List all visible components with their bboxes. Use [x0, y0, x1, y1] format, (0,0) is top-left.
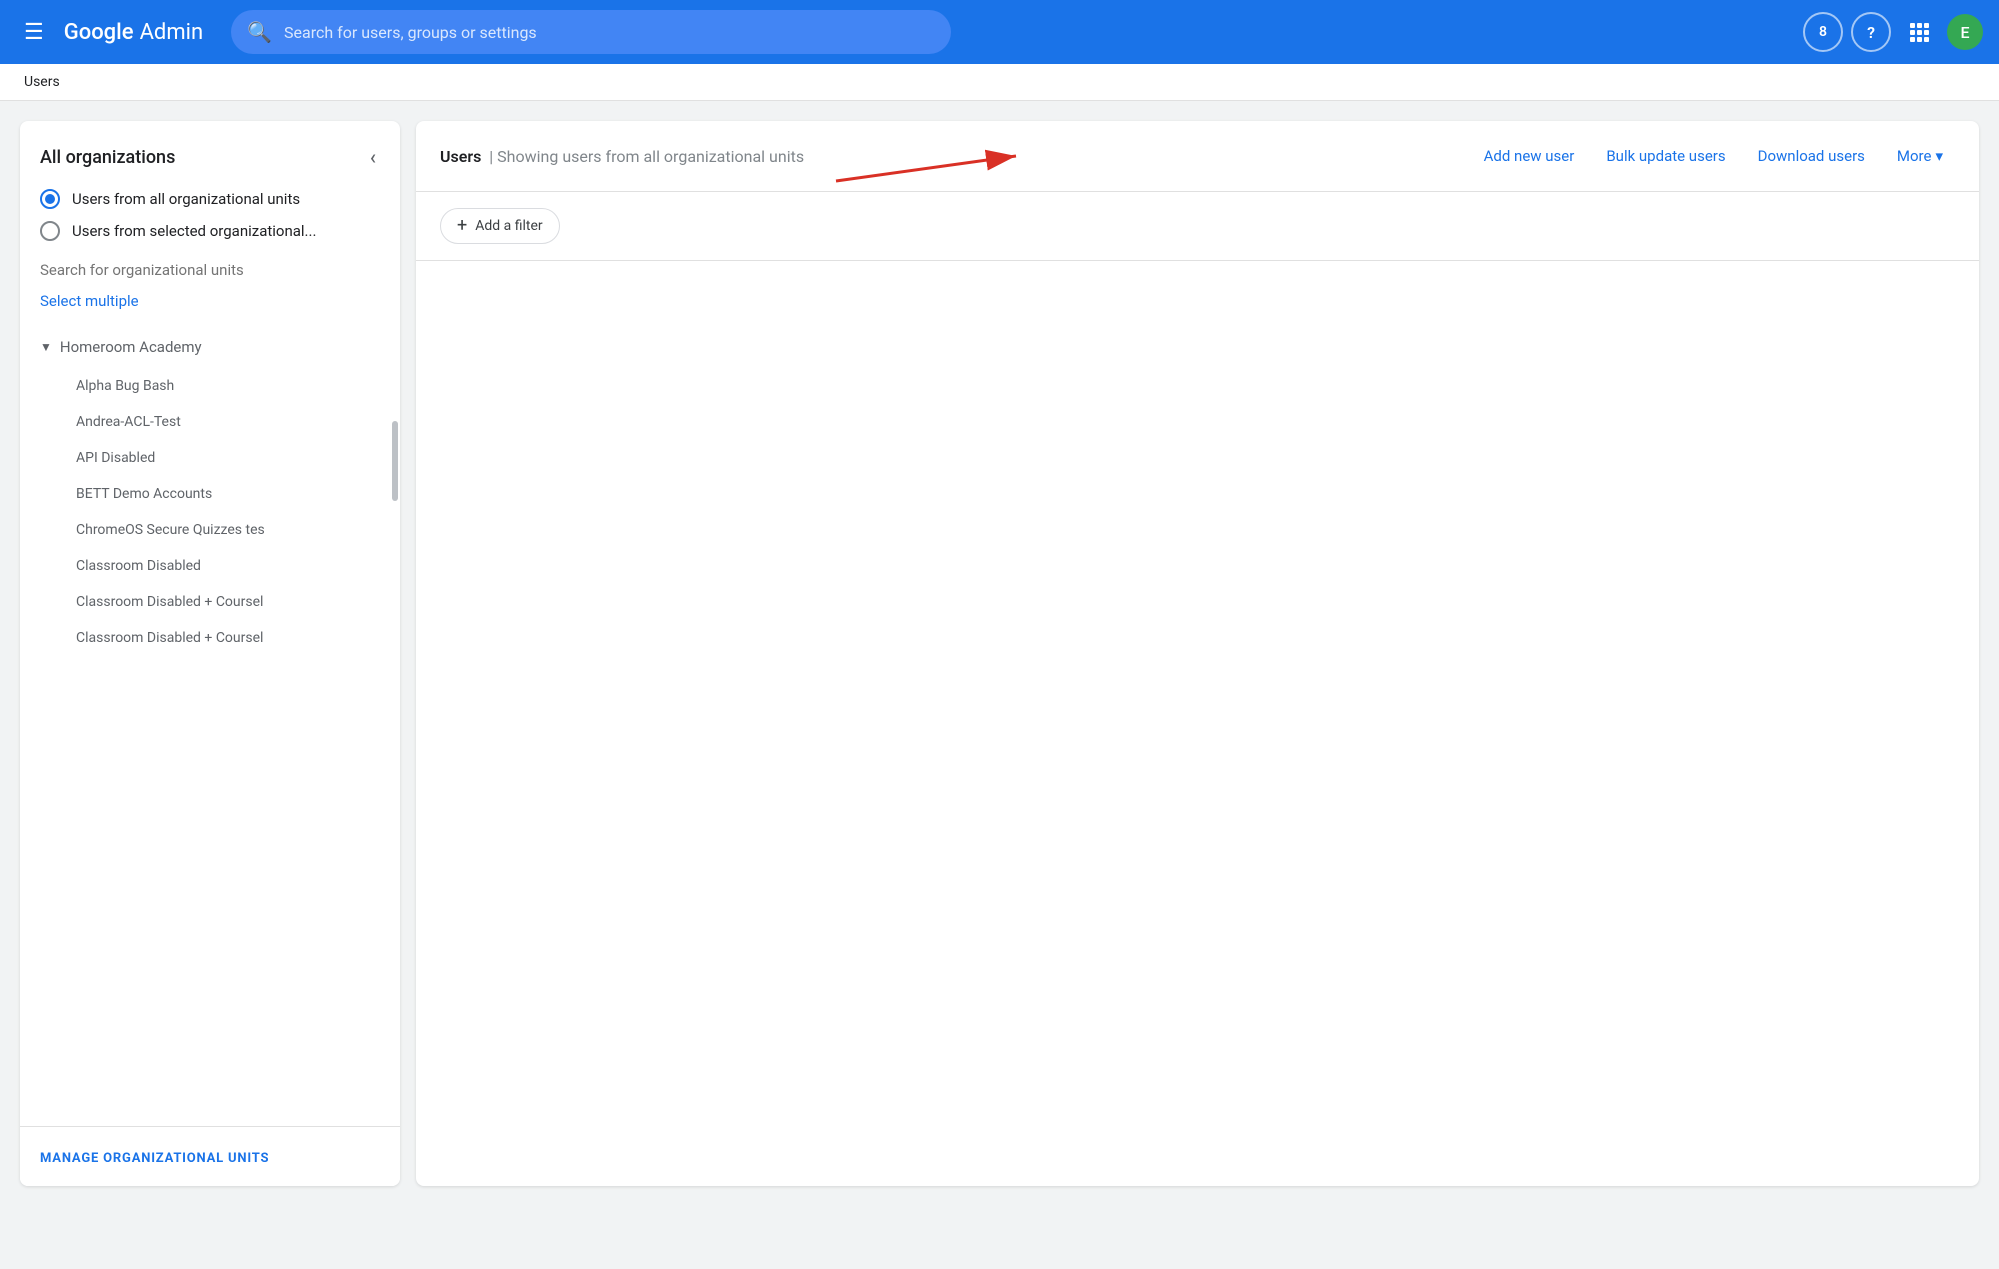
chevron-down-icon: ▾	[1935, 147, 1943, 165]
list-item[interactable]: Andrea-ACL-Test	[20, 404, 400, 440]
support-number-icon[interactable]: 8	[1803, 12, 1843, 52]
sidebar-title: All organizations	[40, 147, 175, 168]
bulk-update-users-button[interactable]: Bulk update users	[1594, 139, 1737, 173]
plus-icon: +	[457, 217, 467, 235]
manage-org-units-link[interactable]: MANAGE ORGANIZATIONAL UNITS	[40, 1151, 269, 1166]
org-filter-radio-group: Users from all organizational units User…	[20, 189, 400, 241]
org-tree-children: Alpha Bug Bash Andrea-ACL-Test API Disab…	[20, 368, 400, 656]
apps-grid-icon[interactable]	[1899, 12, 1939, 52]
main-panel: Users | Showing users from all organizat…	[416, 121, 1979, 1186]
panel-subtitle: | Showing users from all organizational …	[489, 147, 804, 166]
number-label: 8	[1819, 24, 1827, 40]
logo-google: Google	[64, 20, 134, 45]
list-item[interactable]: Classroom Disabled	[20, 548, 400, 584]
org-tree-root-item[interactable]: ▼ Homeroom Academy	[20, 326, 400, 368]
app-logo: Google Admin	[64, 20, 203, 45]
select-multiple-link[interactable]: Select multiple	[20, 292, 400, 326]
radio-selected-orgs[interactable]: Users from selected organizational...	[40, 221, 380, 241]
global-search-bar[interactable]: 🔍	[231, 10, 951, 54]
add-new-user-button[interactable]: Add new user	[1472, 139, 1587, 173]
more-dropdown-button[interactable]: More ▾	[1885, 139, 1955, 173]
menu-icon[interactable]: ☰	[16, 12, 52, 53]
main-content-area: All organizations ‹ Users from all organ…	[0, 101, 1999, 1206]
list-item[interactable]: Classroom Disabled + Coursel	[20, 584, 400, 620]
panel-title-group: Users | Showing users from all organizat…	[440, 147, 804, 166]
filter-bar: + Add a filter	[416, 192, 1979, 261]
global-search-input[interactable]	[284, 23, 935, 42]
panel-header: Users | Showing users from all organizat…	[416, 121, 1979, 192]
panel-header-wrapper: Users | Showing users from all organizat…	[416, 121, 1979, 192]
list-item[interactable]: ChromeOS Secure Quizzes tes	[20, 512, 400, 548]
list-item[interactable]: API Disabled	[20, 440, 400, 476]
search-icon: 🔍	[247, 20, 272, 44]
sidebar-scrollbar[interactable]	[392, 421, 398, 501]
help-icon[interactable]: ?	[1851, 12, 1891, 52]
sidebar-header: All organizations ‹	[20, 121, 400, 189]
list-item[interactable]: BETT Demo Accounts	[20, 476, 400, 512]
radio-all-label: Users from all organizational units	[72, 190, 300, 208]
add-filter-button[interactable]: + Add a filter	[440, 208, 560, 244]
radio-circle-all	[40, 189, 60, 209]
org-root-label: Homeroom Academy	[60, 338, 202, 356]
avatar-letter: E	[1960, 23, 1969, 42]
list-item[interactable]: Classroom Disabled + Coursel	[20, 620, 400, 656]
search-org-input[interactable]	[40, 257, 380, 284]
download-users-button[interactable]: Download users	[1746, 139, 1877, 173]
sidebar-collapse-button[interactable]: ‹	[366, 141, 380, 173]
question-label: ?	[1867, 23, 1875, 42]
list-item[interactable]: Alpha Bug Bash	[20, 368, 400, 404]
more-label: More	[1897, 147, 1932, 165]
sidebar-footer: MANAGE ORGANIZATIONAL UNITS	[20, 1126, 400, 1186]
org-tree: ▼ Homeroom Academy Alpha Bug Bash Andrea…	[20, 326, 400, 1126]
add-filter-label: Add a filter	[475, 218, 542, 234]
sidebar-organizations: All organizations ‹ Users from all organ…	[20, 121, 400, 1186]
nav-right-icons: 8 ? E	[1803, 12, 1983, 52]
radio-circle-selected	[40, 221, 60, 241]
user-avatar[interactable]: E	[1947, 14, 1983, 50]
panel-actions: Add new user Bulk update users Download …	[1472, 139, 1955, 173]
logo-admin: Admin	[140, 20, 204, 45]
top-navigation: ☰ Google Admin 🔍 8 ?	[0, 0, 1999, 64]
chevron-down-icon: ▼	[40, 340, 52, 354]
radio-all-orgs[interactable]: Users from all organizational units	[40, 189, 380, 209]
breadcrumb-label: Users	[24, 74, 60, 90]
panel-title: Users	[440, 147, 481, 166]
radio-selected-label: Users from selected organizational...	[72, 222, 316, 240]
breadcrumb: Users	[0, 64, 1999, 101]
